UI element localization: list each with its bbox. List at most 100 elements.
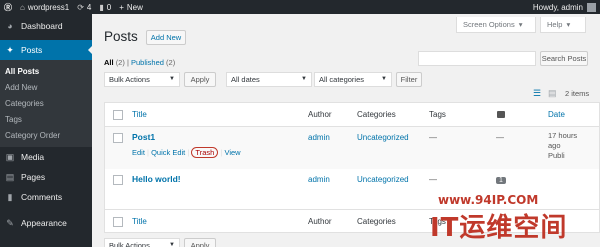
menu-posts[interactable]: ✦ Posts xyxy=(0,40,92,60)
table-header-row: Title Author Categories Tags Date xyxy=(105,103,599,127)
submenu-add-new[interactable]: Add New xyxy=(0,79,92,95)
page-title: Posts xyxy=(104,29,138,44)
wordpress-logo-icon[interactable]: Ⓡ xyxy=(0,0,16,14)
chevron-down-icon: ▼ xyxy=(381,76,387,82)
menu-media-label: Media xyxy=(21,152,45,162)
comments-value: — xyxy=(496,133,504,142)
column-title-footer[interactable]: Title xyxy=(132,217,147,226)
dashboard-icon: ◕ xyxy=(7,21,13,31)
menu-media[interactable]: ▣ Media xyxy=(0,147,92,167)
comments-count: 0 xyxy=(106,2,112,12)
bulk-actions-select[interactable]: Bulk Actions ▼ xyxy=(104,72,180,87)
add-new-button[interactable]: Add New xyxy=(146,30,186,45)
date-value: 17 hours ago Publi xyxy=(548,131,577,161)
category-link[interactable]: Uncategorized xyxy=(357,133,409,142)
menu-pages[interactable]: ▤ Pages xyxy=(0,167,92,187)
action-separator: | xyxy=(147,148,149,157)
date-line-2: ago xyxy=(548,141,561,150)
author-link[interactable]: admin xyxy=(308,175,330,184)
site-name-link[interactable]: ⌂ wordpress1 xyxy=(16,0,73,14)
menu-appearance[interactable]: ✎ Appearance xyxy=(0,213,92,233)
select-all-checkbox-footer[interactable] xyxy=(113,217,123,227)
post-title-link[interactable]: Hello world! xyxy=(132,174,181,184)
help-button[interactable]: Help ▾ xyxy=(540,17,586,33)
row-actions: Edit | Quick Edit | Trash | View xyxy=(132,147,241,158)
column-date[interactable]: Date xyxy=(548,110,565,119)
dates-value: All dates xyxy=(231,75,260,84)
view-link[interactable]: View xyxy=(224,148,240,157)
chevron-down-icon: ▼ xyxy=(169,76,175,82)
help-label: Help xyxy=(547,20,563,29)
select-all-checkbox[interactable] xyxy=(113,110,123,120)
row-checkbox[interactable] xyxy=(113,175,123,185)
column-categories: Categories xyxy=(357,110,396,119)
edit-link[interactable]: Edit xyxy=(132,148,145,157)
search-input[interactable] xyxy=(418,51,536,66)
search-posts-button[interactable]: Search Posts xyxy=(540,51,588,66)
comments-link[interactable]: ▮ 0 xyxy=(95,0,115,14)
apply-button-top[interactable]: Apply xyxy=(184,72,216,87)
author-link[interactable]: admin xyxy=(308,133,330,142)
menu-pages-label: Pages xyxy=(21,172,46,182)
chevron-down-icon: ▾ xyxy=(566,20,571,29)
comments-column-icon[interactable] xyxy=(497,111,505,118)
pushpin-icon: ✦ xyxy=(6,44,14,55)
media-icon: ▣ xyxy=(5,151,15,162)
howdy-text: Howdy, admin xyxy=(532,2,583,12)
filter-all-label: All xyxy=(104,58,114,67)
trash-link[interactable]: Trash xyxy=(191,147,219,158)
quick-edit-link[interactable]: Quick Edit xyxy=(151,148,185,157)
menu-comments[interactable]: ▮ Comments xyxy=(0,187,92,207)
filter-all-link[interactable]: All xyxy=(104,58,114,67)
column-author-footer: Author xyxy=(308,217,332,226)
action-separator: | xyxy=(187,148,190,157)
filter-separator: | xyxy=(126,58,129,67)
column-title[interactable]: Title xyxy=(132,110,147,119)
watermark-name: IT运维空间 xyxy=(430,213,568,243)
submenu-categories[interactable]: Categories xyxy=(0,95,92,111)
list-view-icon[interactable]: ☰ xyxy=(533,88,544,98)
watermark-url: www.94IP.COM xyxy=(438,193,539,207)
excerpt-view-icon[interactable]: ▤ xyxy=(548,88,559,98)
my-account[interactable]: Howdy, admin xyxy=(532,2,600,12)
new-content-link[interactable]: + New xyxy=(115,0,147,14)
apply-button-bottom[interactable]: Apply xyxy=(184,238,216,247)
bulk-actions-value: Bulk Actions xyxy=(109,75,150,84)
screen-options-button[interactable]: Screen Options ▾ xyxy=(456,17,536,33)
avatar xyxy=(587,2,596,12)
chevron-down-icon: ▼ xyxy=(169,242,175,247)
filter-published-count: (2) xyxy=(166,58,176,67)
items-count: 2 items xyxy=(565,89,590,98)
admin-bar: Ⓡ ⌂ wordpress1 ⟳ 4 ▮ 0 + New Howdy, admi… xyxy=(0,0,600,14)
categories-select[interactable]: All categories ▼ xyxy=(314,72,392,87)
posts-submenu: All Posts Add New Categories Tags Catego… xyxy=(0,60,92,147)
dates-select[interactable]: All dates ▼ xyxy=(226,72,312,87)
category-link[interactable]: Uncategorized xyxy=(357,175,409,184)
bulk-actions-select-bottom[interactable]: Bulk Actions ▼ xyxy=(104,238,180,247)
menu-appearance-label: Appearance xyxy=(21,218,67,228)
submenu-all-posts[interactable]: All Posts xyxy=(0,63,92,79)
filter-button[interactable]: Filter xyxy=(396,72,422,87)
menu-dashboard[interactable]: ◕ Dashboard xyxy=(0,16,92,36)
menu-dashboard-label: Dashboard xyxy=(21,21,63,31)
submenu-category-order[interactable]: Category Order xyxy=(0,127,92,143)
table-row: Post1 Edit | Quick Edit | Trash | View a… xyxy=(105,127,599,169)
menu-comments-label: Comments xyxy=(21,192,63,202)
new-label: New xyxy=(126,2,143,12)
tags-value: — xyxy=(429,133,437,142)
row-checkbox[interactable] xyxy=(113,133,123,143)
comments-icon: ▮ xyxy=(7,191,13,202)
appearance-icon: ✎ xyxy=(6,217,14,228)
column-tags: Tags xyxy=(429,110,446,119)
bulk-actions-value-bottom: Bulk Actions xyxy=(109,241,150,247)
filter-all-count: (2) xyxy=(115,58,125,67)
site-name: wordpress1 xyxy=(27,2,70,12)
comment-count-bubble[interactable]: 1 xyxy=(496,177,506,184)
column-author: Author xyxy=(308,110,332,119)
post-title-link[interactable]: Post1 xyxy=(132,132,155,142)
submenu-tags[interactable]: Tags xyxy=(0,111,92,127)
updates-count: 4 xyxy=(86,2,92,12)
admin-menu: ◕ Dashboard ✦ Posts All Posts Add New Ca… xyxy=(0,14,92,247)
filter-published-link[interactable]: Published xyxy=(131,58,164,67)
updates-link[interactable]: ⟳ 4 xyxy=(73,0,95,14)
